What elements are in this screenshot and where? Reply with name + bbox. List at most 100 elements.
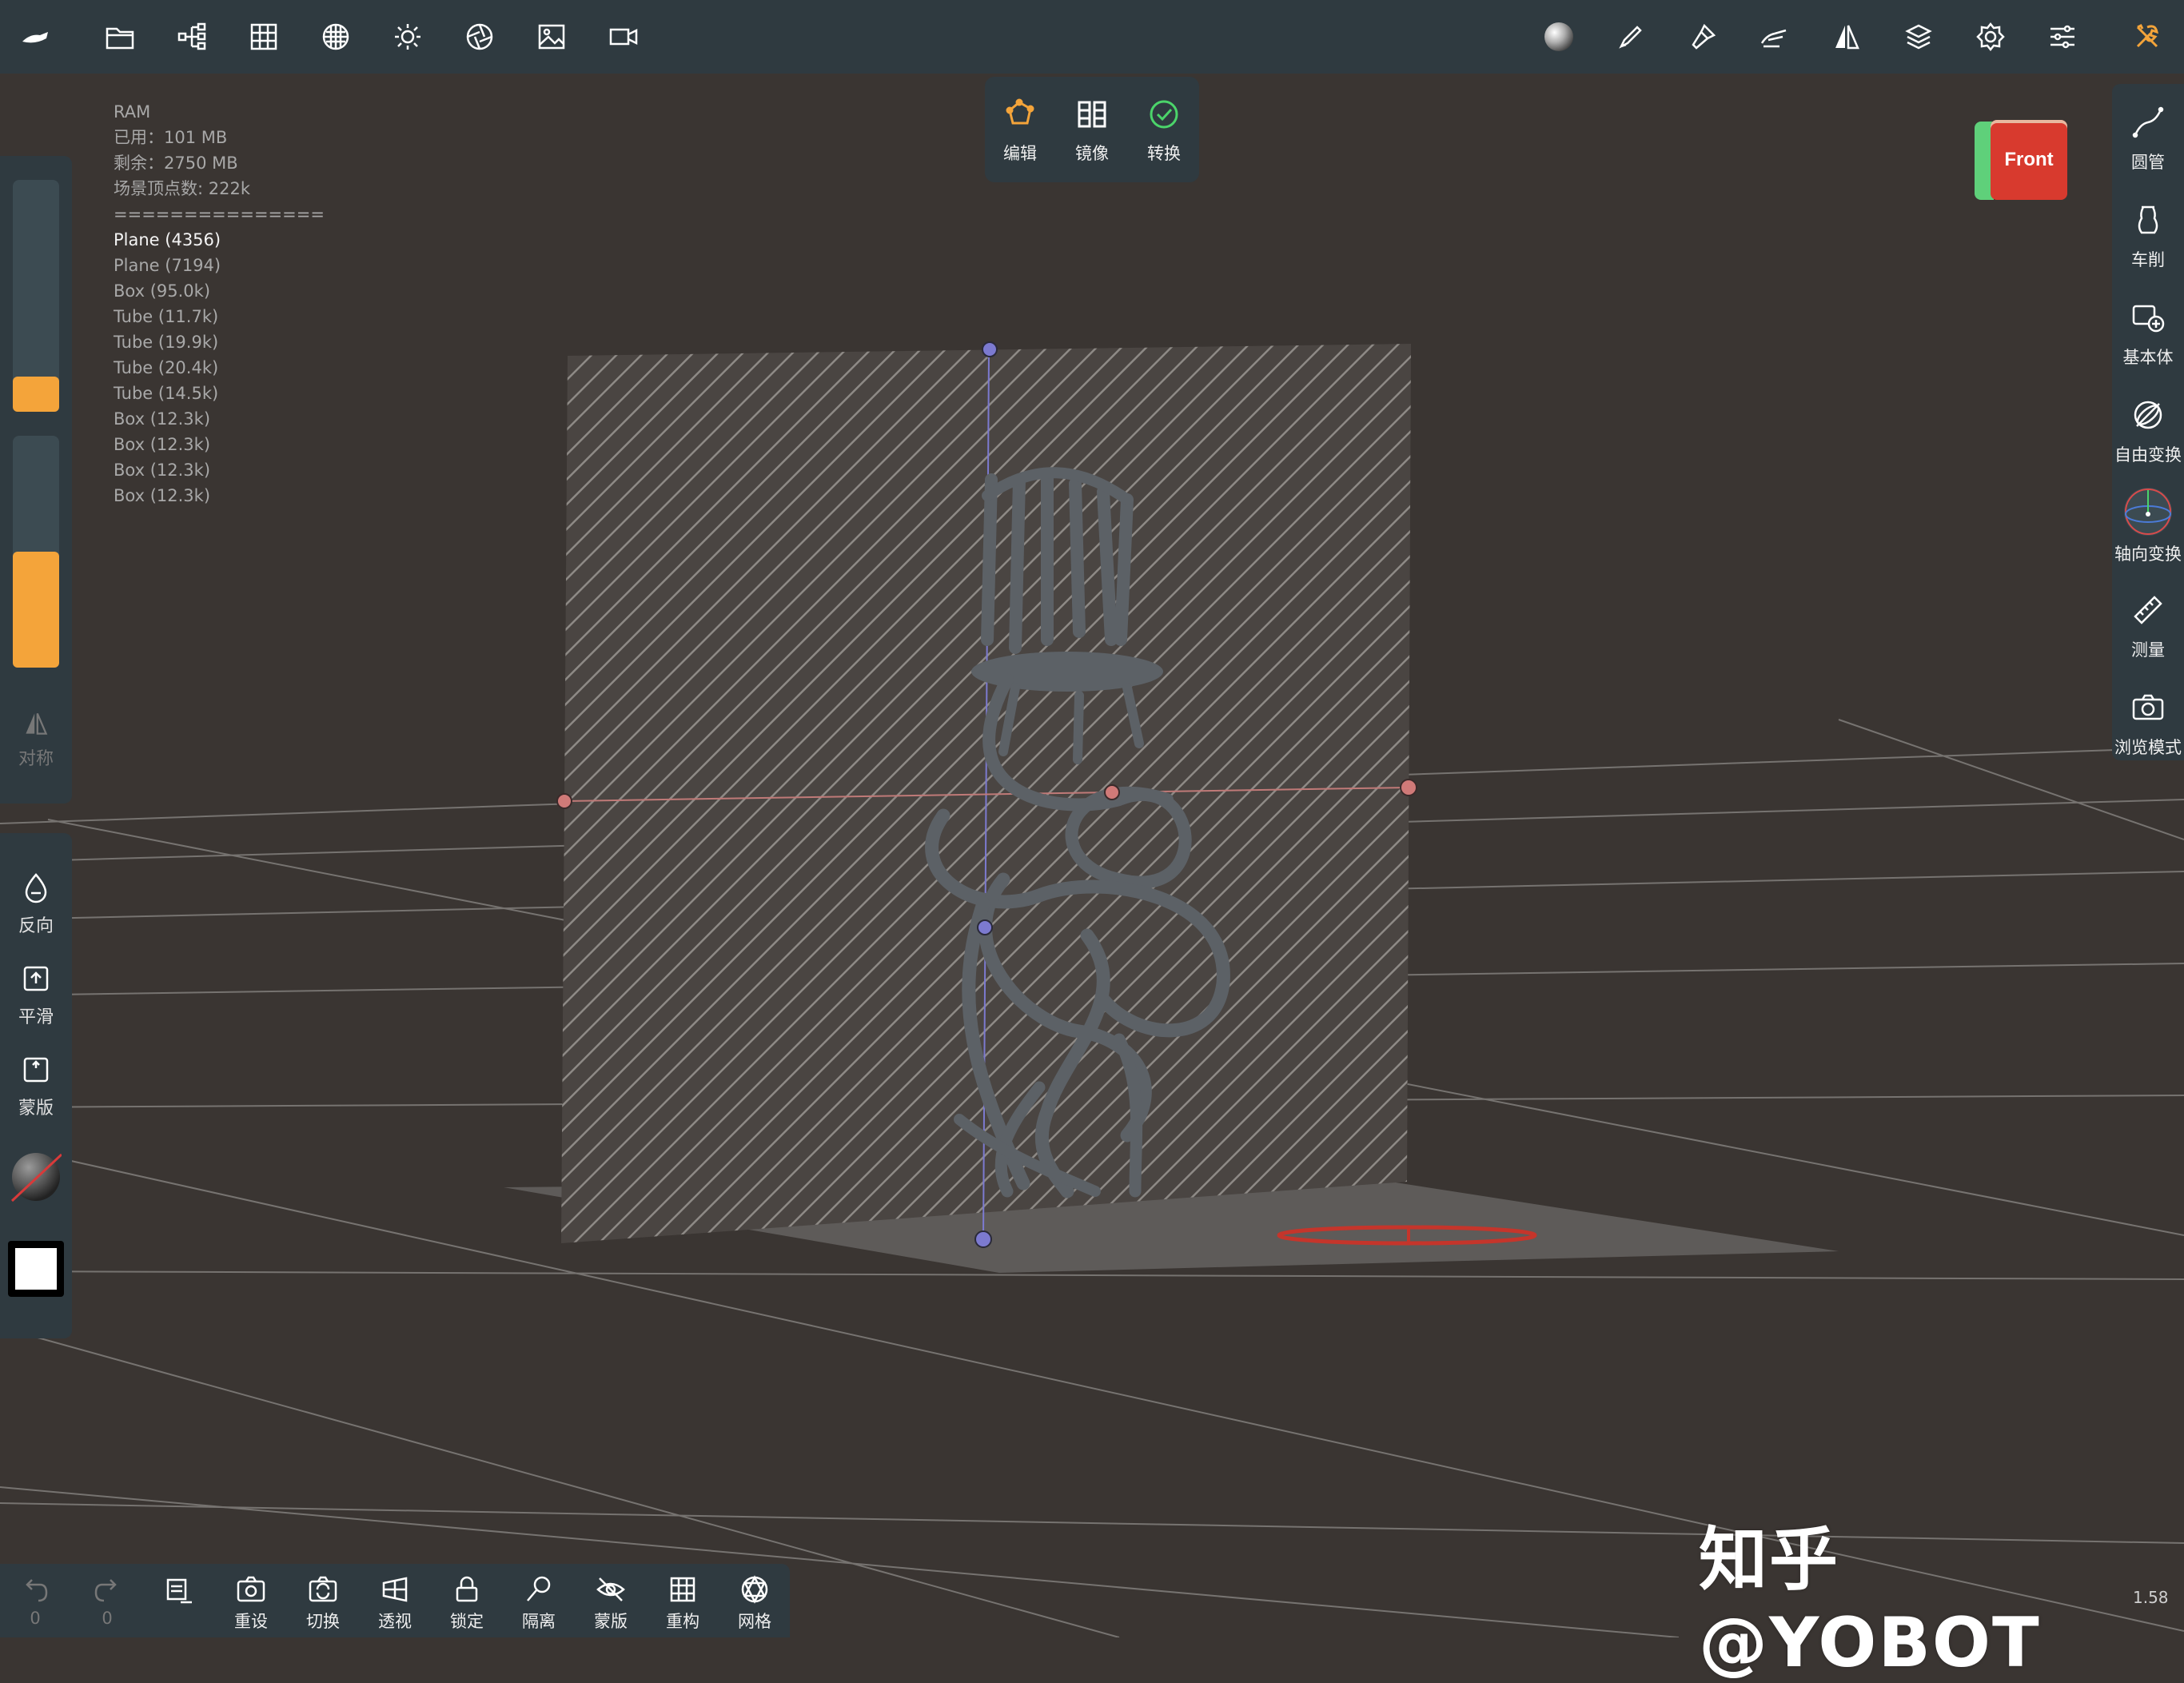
redo-icon	[94, 1579, 117, 1602]
stats-line: 剩余：2750 MB	[114, 154, 238, 173]
mask-visibility-button[interactable]: 蒙版	[579, 1573, 643, 1633]
material-sphere-icon[interactable]	[1536, 14, 1581, 59]
perspective-button[interactable]: 透视	[363, 1573, 427, 1633]
object-list-item[interactable]: Box (12.3k)	[114, 406, 325, 432]
mask-button[interactable]: 蒙版	[0, 1054, 72, 1119]
stats-line: 已用：101 MB	[114, 128, 228, 147]
bottom-toolbar: 0 0 重设 切换 透视 锁定 隔离 蒙版 重构 网格	[0, 1564, 790, 1637]
sun-icon[interactable]	[385, 14, 430, 59]
drop-invert-icon	[25, 873, 47, 903]
view-cube-front[interactable]: Front	[1991, 120, 2067, 200]
hand-sculpt-icon[interactable]	[1752, 14, 1797, 59]
isolate-button[interactable]: 隔离	[507, 1573, 571, 1633]
object-list-item[interactable]: Tube (14.5k)	[114, 381, 325, 406]
layers-icon[interactable]	[1896, 14, 1941, 59]
lathe-button[interactable]: 车削	[2112, 202, 2184, 271]
smooth-label: 平滑	[18, 1007, 54, 1027]
mesh-button[interactable]: 网格	[723, 1573, 787, 1633]
camera-icon	[2132, 694, 2164, 720]
radius-slider-fill	[13, 377, 59, 412]
view-cube[interactable]: Front	[1975, 120, 2069, 203]
convert-button[interactable]: 转换	[1132, 98, 1196, 165]
scene-tree-icon[interactable]	[169, 14, 214, 59]
undo-icon	[26, 1579, 48, 1602]
smooth-button[interactable]: 平滑	[0, 963, 72, 1028]
browse-mode-button[interactable]: 浏览模式	[2112, 690, 2184, 759]
object-list-item[interactable]: Box (12.3k)	[114, 483, 325, 508]
folder-icon[interactable]	[98, 14, 142, 59]
reset-label: 重设	[234, 1612, 268, 1631]
color-swatch[interactable]	[8, 1241, 64, 1297]
symmetry-button[interactable]: 对称	[0, 709, 72, 770]
intensity-slider[interactable]	[13, 436, 59, 668]
symmetry-icon	[26, 712, 48, 735]
object-list-item[interactable]: Tube (20.4k)	[114, 355, 325, 381]
mesh-icon	[741, 1575, 768, 1604]
zoom-level: 1.58	[2133, 1588, 2169, 1607]
remesh-button[interactable]: 重构	[651, 1573, 715, 1633]
redo-count: 0	[102, 1609, 113, 1628]
object-list-item[interactable]: Plane (7194)	[114, 253, 325, 278]
mask-label: 蒙版	[18, 1099, 54, 1119]
brush-icon[interactable]	[1608, 14, 1653, 59]
color-swatch-fill	[15, 1248, 57, 1290]
perspective-icon	[382, 1577, 408, 1602]
app-menu-icon[interactable]	[13, 14, 58, 59]
grid-icon[interactable]	[241, 14, 286, 59]
left-tool-panel: 反向 平滑 蒙版	[0, 833, 72, 1338]
history-list-icon	[166, 1578, 192, 1604]
primitive-button[interactable]: 基本体	[2112, 300, 2184, 369]
isolate-icon	[527, 1576, 551, 1601]
tube-curve-icon	[2132, 106, 2164, 138]
control-point	[1104, 784, 1120, 800]
image-icon[interactable]	[529, 14, 574, 59]
object-list-item[interactable]: Box (95.0k)	[114, 278, 325, 304]
object-list-item[interactable]: Tube (19.9k)	[114, 329, 325, 355]
axis-transform-button[interactable]: 轴向变换	[2112, 484, 2184, 565]
perspective-label: 透视	[378, 1612, 412, 1631]
primitive-label: 基本体	[2122, 348, 2174, 367]
paint-icon[interactable]	[1680, 14, 1725, 59]
right-tool-panel: 圆管 车削 基本体 自由变换 轴向变换 测量 浏览模式	[2112, 84, 2184, 760]
tube-button[interactable]: 圆管	[2112, 105, 2184, 173]
mask-icon	[23, 1057, 49, 1083]
measure-label: 测量	[2131, 640, 2165, 660]
object-list-item[interactable]: Plane (4356)	[114, 227, 325, 253]
history-list-button[interactable]	[147, 1573, 211, 1609]
video-icon[interactable]	[601, 14, 646, 59]
texture-icon[interactable]	[313, 14, 358, 59]
radius-slider[interactable]	[13, 180, 59, 412]
invert-button[interactable]: 反向	[0, 871, 72, 937]
mask-eye-icon	[596, 1577, 625, 1601]
aperture-icon[interactable]	[457, 14, 502, 59]
object-list-item[interactable]: Box (12.3k)	[114, 457, 325, 483]
settings-icon[interactable]	[1968, 14, 2013, 59]
top-toolbar	[0, 0, 2184, 74]
remesh-label: 重构	[666, 1612, 699, 1631]
mesh-label: 网格	[738, 1612, 771, 1631]
watermark: 知乎 @YOBOT	[1699, 1520, 2041, 1683]
lock-button[interactable]: 锁定	[435, 1573, 499, 1633]
redo-button[interactable]: 0	[75, 1573, 139, 1628]
lock-label: 锁定	[450, 1612, 484, 1631]
measure-button[interactable]: 测量	[2112, 592, 2184, 661]
control-point	[977, 919, 993, 935]
lock-icon	[456, 1576, 478, 1602]
switch-camera-icon	[309, 1576, 337, 1602]
reset-button[interactable]: 重设	[219, 1573, 283, 1633]
viewport-3d[interactable]	[0, 0, 2184, 1637]
edit-button[interactable]: 编辑	[988, 98, 1052, 165]
control-point	[974, 1230, 992, 1248]
object-list-item[interactable]: Box (12.3k)	[114, 432, 325, 457]
isolate-label: 隔离	[522, 1612, 556, 1631]
edit-label: 编辑	[1003, 144, 1037, 163]
sliders-icon[interactable]	[2040, 14, 2085, 59]
object-list-item[interactable]: Tube (11.7k)	[114, 304, 325, 329]
matcap-sphere-icon[interactable]	[10, 1151, 63, 1202]
undo-button[interactable]: 0	[3, 1573, 67, 1628]
switch-button[interactable]: 切换	[291, 1573, 355, 1633]
mirror-button[interactable]: 镜像	[1060, 98, 1124, 165]
tools-icon[interactable]	[2125, 14, 2170, 59]
symmetry-icon[interactable]	[1824, 14, 1869, 59]
free-transform-button[interactable]: 自由变换	[2112, 397, 2184, 466]
